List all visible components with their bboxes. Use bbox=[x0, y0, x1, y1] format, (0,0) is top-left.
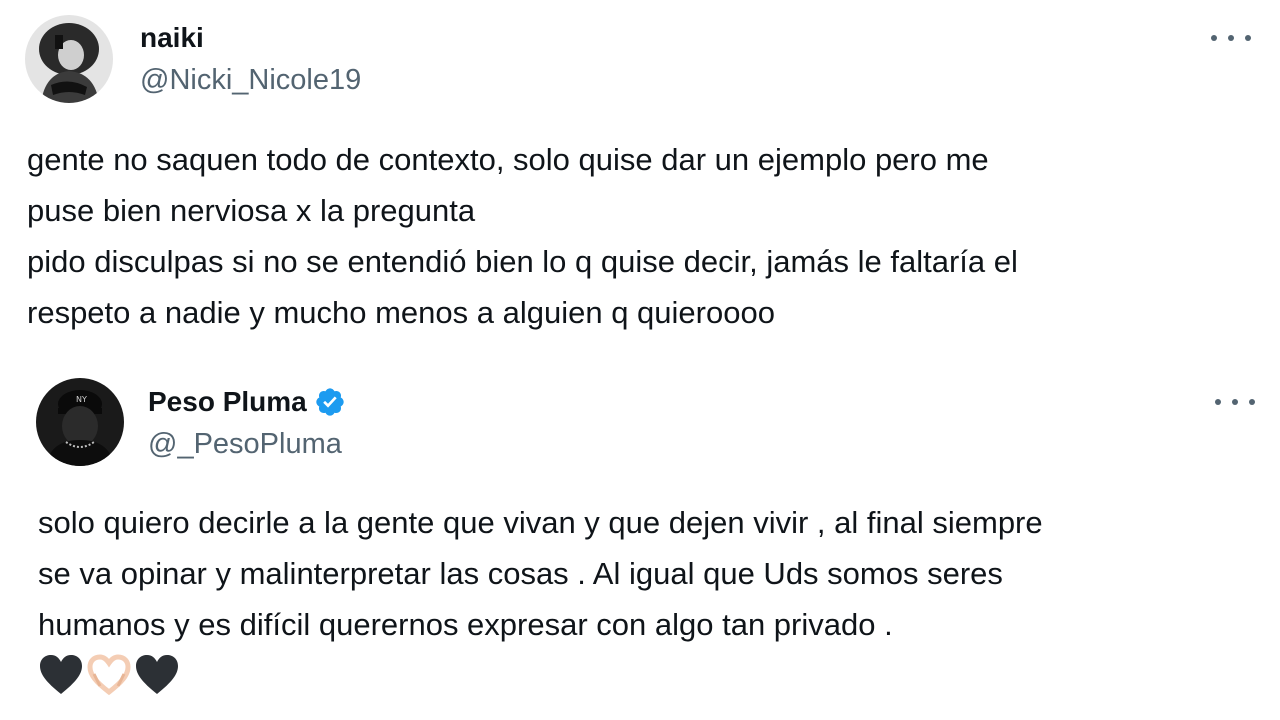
tweet-text-line: puse bien nerviosa x la pregunta bbox=[27, 193, 476, 228]
verified-badge-icon bbox=[316, 388, 344, 416]
more-options-icon[interactable] bbox=[1211, 30, 1251, 46]
tweet-text-line: respeto a nadie y mucho menos a alguien … bbox=[27, 295, 775, 330]
heart-hands-icon bbox=[87, 654, 131, 696]
avatar[interactable]: NY bbox=[36, 378, 124, 466]
tweet-text-line: se va opinar y malinterpretar las cosas … bbox=[38, 556, 1003, 591]
handle[interactable]: @Nicki_Nicole19 bbox=[140, 64, 361, 97]
tweet-text: gente no saquen todo de contexto, solo q… bbox=[27, 134, 1018, 338]
tweet-peso-pluma: NY Peso Pluma @_PesoPluma solo quiero de… bbox=[0, 362, 1280, 720]
author-name-row: naiki bbox=[140, 20, 204, 56]
tweet-text: solo quiero decirle a la gente que vivan… bbox=[38, 497, 1043, 650]
handle[interactable]: @_PesoPluma bbox=[148, 428, 342, 461]
display-name[interactable]: Peso Pluma bbox=[148, 386, 307, 418]
author-name-row: Peso Pluma bbox=[148, 382, 346, 422]
tweet-text-line: humanos y es difícil querernos expresar … bbox=[38, 607, 893, 642]
tweet-text-line: pido disculpas si no se entendió bien lo… bbox=[27, 244, 1018, 279]
tweet-text-line: solo quiero decirle a la gente que vivan… bbox=[38, 505, 1043, 540]
display-name[interactable]: naiki bbox=[140, 22, 204, 54]
black-heart-icon bbox=[40, 655, 82, 694]
tweet-naiki: naiki @Nicki_Nicole19 gente no saquen to… bbox=[0, 0, 1280, 345]
tweet-text-line: gente no saquen todo de contexto, solo q… bbox=[27, 142, 989, 177]
more-options-icon[interactable] bbox=[1215, 394, 1255, 410]
black-heart-icon bbox=[136, 655, 178, 694]
emoji-row bbox=[38, 654, 180, 696]
svg-text:NY: NY bbox=[76, 395, 87, 404]
avatar[interactable] bbox=[25, 15, 113, 103]
